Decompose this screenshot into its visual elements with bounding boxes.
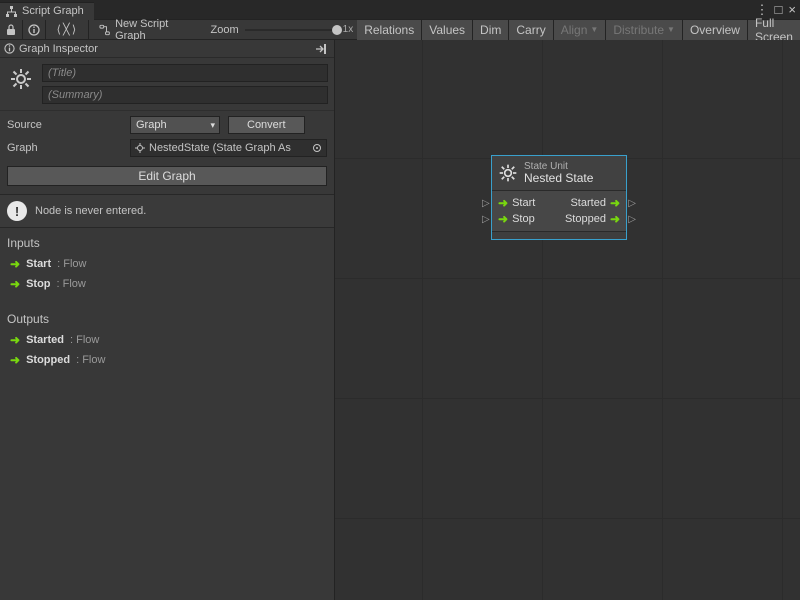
flow-out-port[interactable]: ▷ [628,214,636,225]
inspector-title: Graph Inspector [19,43,98,55]
graph-row: Graph NestedState (State Graph As [0,139,334,162]
flow-arrow-icon: ➜ [610,212,620,226]
outputs-header: Outputs [0,304,334,330]
tab-script-graph[interactable]: Script Graph [0,2,94,20]
source-row: Source Graph Convert [0,111,334,139]
view-fullscreen[interactable]: Full Screen [748,20,800,40]
zoom-value: 1x [343,24,354,35]
info-icon [4,43,15,54]
view-toggles: Relations Values Dim Carry Align▼ Distri… [357,20,800,40]
flow-arrow-icon: ➜ [10,353,20,367]
zoom-control: Zoom 1x [207,24,358,36]
convert-button[interactable]: Convert [228,116,305,134]
hierarchy-icon [6,6,17,17]
close-icon[interactable]: × [788,2,796,18]
view-carry[interactable]: Carry [509,20,553,40]
output-port-row: ➜ Started : Flow [0,330,334,350]
code-button[interactable]: ⟨╳⟩ [46,21,88,39]
view-align[interactable]: Align▼ [554,20,607,40]
view-values[interactable]: Values [422,20,473,40]
graph-inspector-panel: Graph Inspector (Title) (Summary) Source… [0,40,335,600]
node-state-unit[interactable]: State Unit Nested State ▷ ➜ Start Starte… [491,155,627,240]
title-summary-block: (Title) (Summary) [0,58,334,111]
more-icon[interactable]: ⋮ [756,2,769,18]
view-overview[interactable]: Overview [683,20,748,40]
object-picker-icon[interactable] [312,143,322,153]
tab-label: Script Graph [22,5,84,17]
input-port-row: ➜ Stop : Flow [0,274,334,294]
flow-arrow-icon: ➜ [498,212,508,226]
graph-canvas[interactable]: State Unit Nested State ▷ ➜ Start Starte… [335,40,800,600]
main-split: Graph Inspector (Title) (Summary) Source… [0,40,800,600]
info-button[interactable] [23,21,45,39]
flow-in-port[interactable]: ▷ [482,198,490,209]
title-field[interactable]: (Title) [42,64,328,82]
maximize-icon[interactable]: □ [775,2,783,18]
node-header[interactable]: State Unit Nested State [492,156,626,191]
flow-out-port[interactable]: ▷ [628,198,636,209]
source-label: Source [7,119,122,131]
canvas-grid [335,40,800,600]
new-graph-breadcrumb[interactable]: New Script Graph [89,18,207,42]
collapse-button[interactable] [314,42,330,56]
inspector-header: Graph Inspector [0,40,334,58]
view-distribute[interactable]: Distribute▼ [606,20,683,40]
warning-icon: ! [7,201,27,221]
view-relations[interactable]: Relations [357,20,422,40]
node-title: Nested State [524,172,593,185]
zoom-label: Zoom [211,24,239,36]
flow-in-port[interactable]: ▷ [482,214,490,225]
flow-arrow-icon: ➜ [610,196,620,210]
flow-arrow-icon: ➜ [10,257,20,271]
warning-text: Node is never entered. [35,205,146,217]
graph-asset-field[interactable]: NestedState (State Graph As [130,139,327,157]
breadcrumb-label: New Script Graph [115,18,196,42]
toolbar: ⟨╳⟩ New Script Graph Zoom 1x Relations V… [0,20,800,40]
input-port-row: ➜ Start : Flow [0,254,334,274]
node-port-row: ▷ ➜ Start Started ➜ ▷ [496,195,622,211]
node-body: ▷ ➜ Start Started ➜ ▷ ▷ ➜ Stop [492,191,626,231]
asset-icon [135,143,145,153]
window-controls: ⋮ □ × [756,2,796,18]
gear-icon [498,163,518,183]
graph-icon [99,24,110,36]
zoom-slider[interactable] [245,29,337,31]
node-footer [492,231,626,239]
source-dropdown[interactable]: Graph [130,116,220,134]
warning-row: ! Node is never entered. [0,194,334,228]
flow-arrow-icon: ➜ [10,277,20,291]
edit-graph-button[interactable]: Edit Graph [7,166,327,186]
flow-arrow-icon: ➜ [498,196,508,210]
view-dim[interactable]: Dim [473,20,509,40]
summary-field[interactable]: (Summary) [42,86,328,104]
output-port-row: ➜ Stopped : Flow [0,350,334,370]
graph-label: Graph [7,142,122,154]
inputs-header: Inputs [0,228,334,254]
node-type-icon [6,64,36,94]
flow-arrow-icon: ➜ [10,333,20,347]
lock-button[interactable] [0,21,22,39]
node-port-row: ▷ ➜ Stop Stopped ➜ ▷ [496,211,622,227]
